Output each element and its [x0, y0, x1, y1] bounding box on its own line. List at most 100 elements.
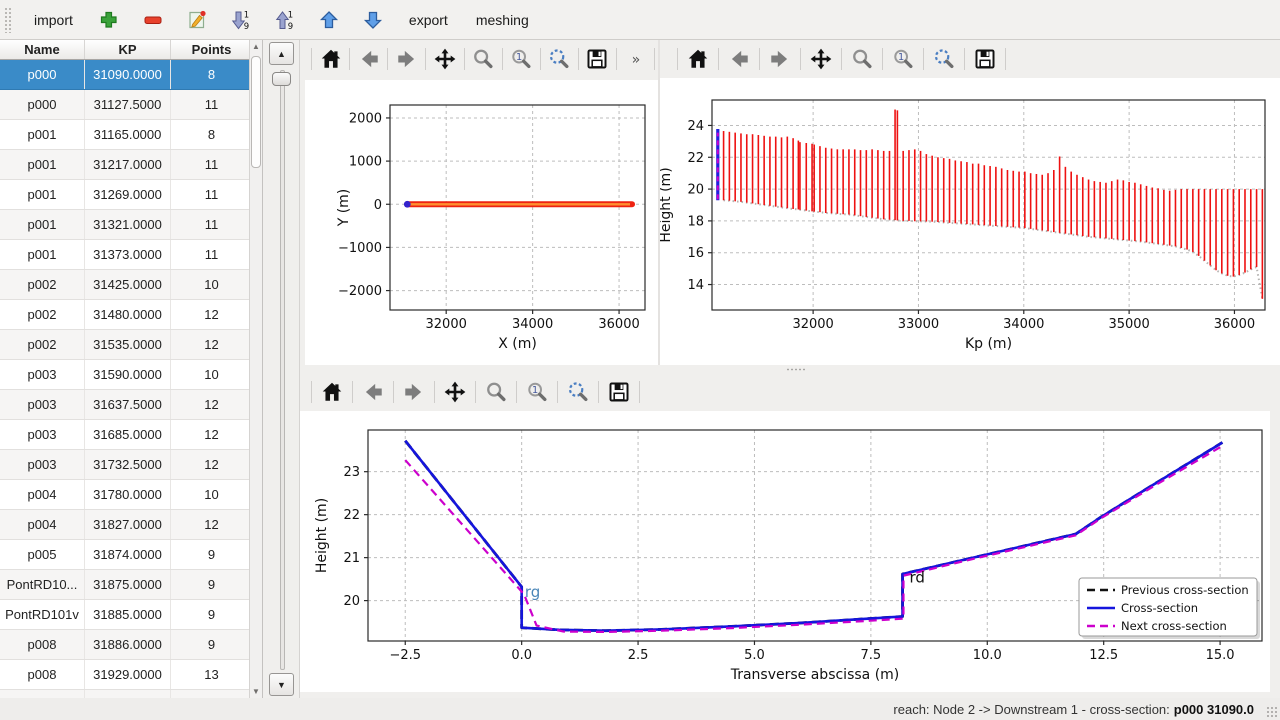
sort-ascending-button[interactable]: 19: [269, 4, 301, 36]
cell-kp[interactable]: 31535.0000: [85, 330, 171, 360]
plan-view-canvas[interactable]: 320003400036000−2000−1000010002000X (m)Y…: [305, 80, 658, 365]
table-row[interactable]: p00131269.000011: [0, 180, 253, 210]
cell-kp[interactable]: 31269.0000: [85, 180, 171, 210]
table-row[interactable]: p00331732.500012: [0, 450, 253, 480]
forward-button[interactable]: [399, 377, 429, 407]
cell-name[interactable]: p000: [0, 60, 85, 90]
save-button[interactable]: [584, 44, 611, 74]
horizontal-splitter[interactable]: [300, 365, 1280, 373]
pan-button[interactable]: [440, 377, 470, 407]
cell-name[interactable]: p005: [0, 540, 85, 570]
cell-name[interactable]: p001: [0, 120, 85, 150]
table-scrollbar[interactable]: ▲ ▼: [249, 40, 262, 698]
profile-canvas[interactable]: 3200033000340003500036000141618202224Kp …: [660, 78, 1280, 365]
edit-cross-section-button[interactable]: [181, 4, 213, 36]
home-button[interactable]: [317, 377, 347, 407]
move-down-button[interactable]: [357, 4, 389, 36]
table-row[interactable]: p00431780.000010: [0, 480, 253, 510]
cell-name[interactable]: p001: [0, 180, 85, 210]
cell-points[interactable]: 11: [171, 210, 253, 240]
zoom-one-button[interactable]: 1: [888, 44, 918, 74]
table-row[interactable]: p00431827.000012: [0, 510, 253, 540]
table-row[interactable]: p00231480.000012: [0, 300, 253, 330]
zoom-rect-button[interactable]: [563, 377, 593, 407]
cell-kp[interactable]: 31590.0000: [85, 360, 171, 390]
cell-points[interactable]: 10: [171, 270, 253, 300]
section-slider-track[interactable]: [280, 70, 285, 670]
cell-name[interactable]: p003: [0, 450, 85, 480]
table-row[interactable]: PontRD10...31875.00009: [0, 570, 253, 600]
cell-name[interactable]: p003: [0, 390, 85, 420]
column-header-name[interactable]: Name: [0, 40, 85, 60]
cell-points[interactable]: 11: [171, 240, 253, 270]
table-row[interactable]: p00331685.000012: [0, 420, 253, 450]
column-header-points[interactable]: Points: [171, 40, 253, 60]
table-row[interactable]: p00031090.00008: [0, 60, 253, 90]
cell-kp[interactable]: [85, 690, 171, 699]
zoom-rect-button[interactable]: [546, 44, 573, 74]
cell-points[interactable]: 9: [171, 570, 253, 600]
cell-points[interactable]: 12: [171, 510, 253, 540]
cell-name[interactable]: p002: [0, 330, 85, 360]
table-row[interactable]: p00231535.000012: [0, 330, 253, 360]
cell-name[interactable]: p003: [0, 360, 85, 390]
back-button[interactable]: [355, 44, 382, 74]
table-row[interactable]: p00131165.00008: [0, 120, 253, 150]
scrollbar-thumb[interactable]: [251, 56, 261, 168]
cell-points[interactable]: 12: [171, 300, 253, 330]
cell-name[interactable]: p008: [0, 660, 85, 690]
cell-points[interactable]: 12: [171, 420, 253, 450]
add-cross-section-button[interactable]: [93, 4, 125, 36]
cell-name[interactable]: [0, 690, 85, 699]
table-row[interactable]: p00531874.00009: [0, 540, 253, 570]
cell-kp[interactable]: 31685.0000: [85, 420, 171, 450]
forward-button[interactable]: [765, 44, 795, 74]
cell-kp[interactable]: 31480.0000: [85, 300, 171, 330]
cell-kp[interactable]: 31127.5000: [85, 90, 171, 120]
cell-name[interactable]: p004: [0, 510, 85, 540]
move-up-button[interactable]: [313, 4, 345, 36]
cell-kp[interactable]: 31886.0000: [85, 630, 171, 660]
table-row[interactable]: p00031127.500011: [0, 90, 253, 120]
cell-points[interactable]: [171, 690, 253, 699]
table-row[interactable]: p00231425.000010: [0, 270, 253, 300]
cell-points[interactable]: 8: [171, 120, 253, 150]
back-button[interactable]: [724, 44, 754, 74]
column-header-kp[interactable]: KP: [85, 40, 171, 60]
save-button[interactable]: [604, 377, 634, 407]
zoom-one-button[interactable]: 1: [508, 44, 535, 74]
section-down-button[interactable]: ▼: [269, 673, 294, 696]
cell-points[interactable]: 9: [171, 600, 253, 630]
zoom-one-button[interactable]: 1: [522, 377, 552, 407]
cell-points[interactable]: 12: [171, 330, 253, 360]
import-button[interactable]: import: [26, 6, 81, 34]
cell-points[interactable]: 11: [171, 180, 253, 210]
cell-name[interactable]: p003: [0, 420, 85, 450]
cell-points[interactable]: 9: [171, 540, 253, 570]
table-row[interactable]: [0, 690, 253, 699]
cell-name[interactable]: p001: [0, 150, 85, 180]
section-slider-handle[interactable]: [272, 72, 291, 86]
sort-descending-button[interactable]: 19: [225, 4, 257, 36]
home-button[interactable]: [317, 44, 344, 74]
zoom-button[interactable]: [469, 44, 496, 74]
cell-name[interactable]: p001: [0, 240, 85, 270]
cell-kp[interactable]: 31885.0000: [85, 600, 171, 630]
table-row[interactable]: p00131217.000011: [0, 150, 253, 180]
cell-points[interactable]: 13: [171, 660, 253, 690]
table-row[interactable]: p00831886.00009: [0, 630, 253, 660]
pan-button[interactable]: [806, 44, 836, 74]
cell-name[interactable]: p001: [0, 210, 85, 240]
cell-points[interactable]: 11: [171, 150, 253, 180]
home-button[interactable]: [683, 44, 713, 74]
cell-kp[interactable]: 31875.0000: [85, 570, 171, 600]
table-row[interactable]: p00331590.000010: [0, 360, 253, 390]
section-up-button[interactable]: ▲: [269, 42, 294, 65]
cell-name[interactable]: p002: [0, 270, 85, 300]
cell-name[interactable]: p000: [0, 90, 85, 120]
cell-kp[interactable]: 31637.5000: [85, 390, 171, 420]
zoom-rect-button[interactable]: [929, 44, 959, 74]
cell-kp[interactable]: 31929.0000: [85, 660, 171, 690]
pan-button[interactable]: [431, 44, 458, 74]
cell-points[interactable]: 10: [171, 360, 253, 390]
